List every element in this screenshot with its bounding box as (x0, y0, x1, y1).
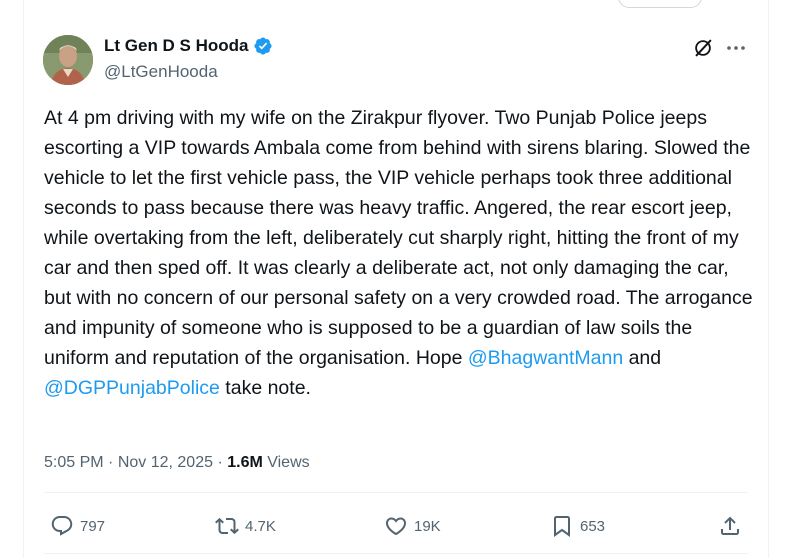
grok-icon[interactable] (692, 37, 714, 59)
divider (44, 492, 748, 493)
verified-badge-icon (253, 37, 272, 55)
tweet-text-part-2: and (623, 347, 667, 369)
author-handle[interactable]: @LtGenHooda (104, 62, 218, 82)
tweet-text-part-3: take note. (219, 377, 311, 399)
avatar[interactable] (43, 35, 93, 85)
bookmark-icon (554, 516, 570, 537)
top-button-partial[interactable] (618, 0, 702, 8)
repost-icon (215, 517, 239, 535)
author-display-name[interactable]: Lt Gen D S Hooda (104, 36, 249, 56)
like-count: 19K (414, 517, 441, 535)
tweet-meta: 5:05 PM · Nov 12, 2025 · 1.6M Views (44, 454, 310, 472)
tweet-time[interactable]: 5:05 PM (44, 454, 104, 472)
action-bar: 797 4.7K 19K 653 (44, 510, 756, 542)
tweet-text-part-1: At 4 pm driving with my wife on the Zira… (44, 107, 758, 369)
meta-separator-2: · (213, 454, 228, 471)
tweet-date[interactable]: Nov 12, 2025 (118, 454, 213, 472)
bookmark-button[interactable]: 653 (550, 510, 605, 542)
more-icon[interactable] (725, 40, 747, 56)
like-icon (385, 517, 407, 536)
reply-button[interactable]: 797 (50, 510, 105, 542)
tweet-text: At 4 pm driving with my wife on the Zira… (44, 103, 754, 403)
reply-count: 797 (80, 517, 106, 535)
views-count: 1.6M (227, 454, 263, 471)
mention-dgppunjabpolice[interactable]: @DGPPunjabPolice (44, 377, 220, 399)
share-icon (721, 516, 739, 535)
repost-button[interactable]: 4.7K (215, 510, 276, 542)
views-label: Views (262, 454, 310, 471)
meta-separator: · (103, 454, 118, 471)
repost-count: 4.7K (245, 517, 276, 535)
mention-bhagwantmann[interactable]: @BhagwantMann (468, 347, 623, 369)
like-button[interactable]: 19K (384, 510, 441, 542)
timeline-left-border (23, 0, 24, 558)
divider (44, 553, 748, 554)
bookmark-count: 653 (580, 517, 606, 535)
reply-icon (51, 516, 73, 536)
share-button[interactable] (718, 510, 742, 542)
timeline-right-border (768, 0, 769, 558)
